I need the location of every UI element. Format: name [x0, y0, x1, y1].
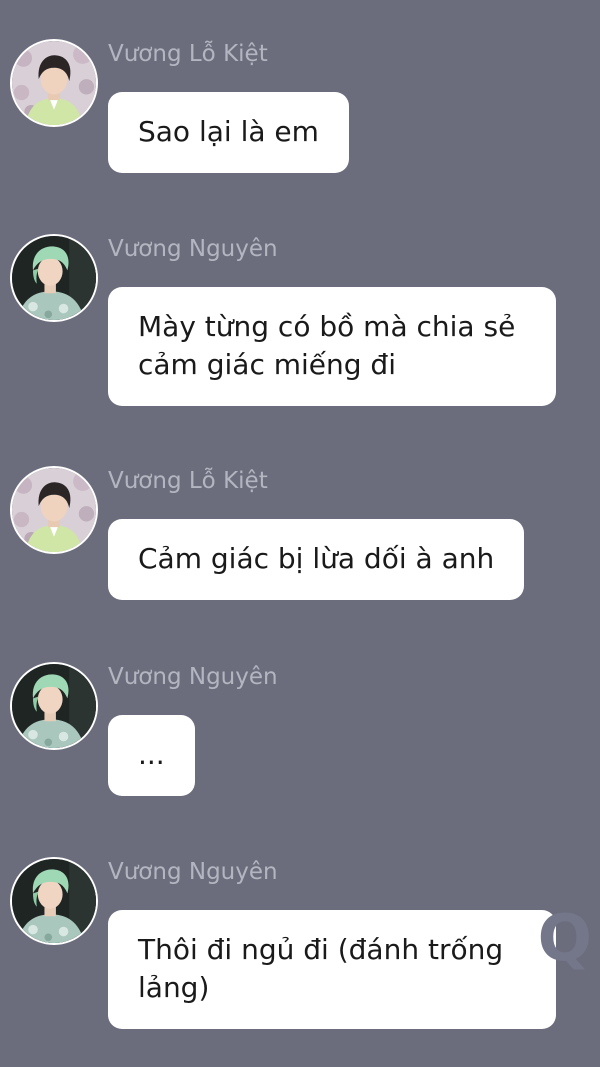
message-bubble: Mày từng có bồ mà chia sẻ cảm giác miếng… — [108, 287, 556, 406]
sender-name: Vương Lỗ Kiệt — [108, 41, 268, 67]
avatar-vuong-nguyen[interactable] — [10, 662, 98, 750]
avatar-vuong-nguyen[interactable] — [10, 857, 98, 945]
message-bubble: Sao lại là em — [108, 92, 349, 173]
sender-name: Vương Lỗ Kiệt — [108, 468, 268, 494]
message-bubble: Thôi đi ngủ đi (đánh trống lảng) — [108, 910, 556, 1029]
chat-thread: Vương Lỗ Kiệt Sao lại là em Vương Nguyên… — [0, 0, 600, 1067]
sender-name: Vương Nguyên — [108, 236, 278, 262]
avatar-vuong-nguyen[interactable] — [10, 234, 98, 322]
message-bubble: ... — [108, 715, 195, 796]
avatar-vuong-lo-kiet[interactable] — [10, 466, 98, 554]
message-bubble: Cảm giác bị lừa dối à anh — [108, 519, 525, 600]
avatar-vuong-lo-kiet[interactable] — [10, 39, 98, 127]
watermark-logo: Q — [537, 902, 592, 976]
sender-name: Vương Nguyên — [108, 664, 278, 690]
sender-name: Vương Nguyên — [108, 859, 278, 885]
